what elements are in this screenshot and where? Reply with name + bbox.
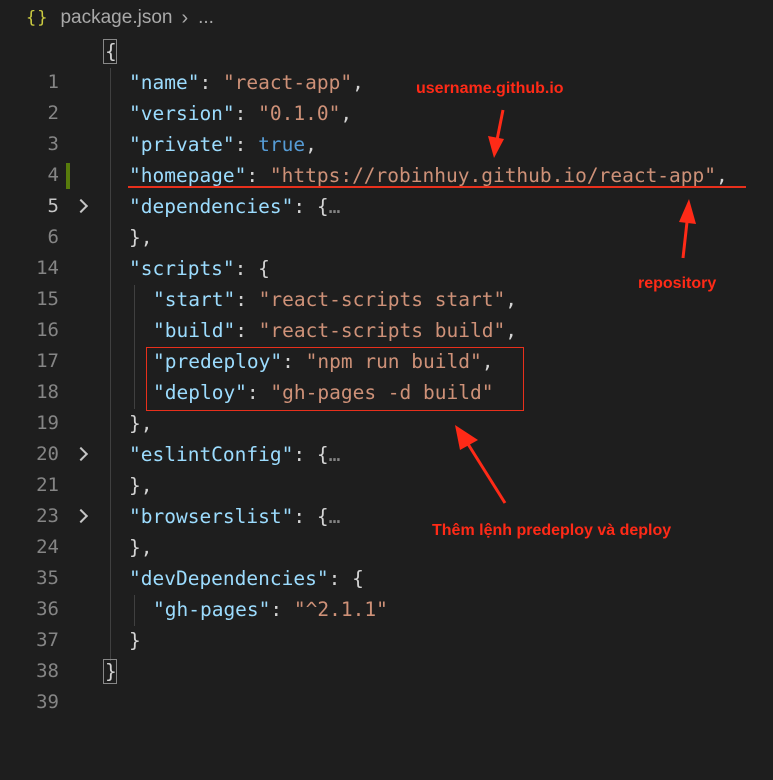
colon: : — [293, 443, 317, 466]
colon: : — [293, 195, 317, 218]
folded-ellipsis[interactable]: … — [329, 195, 341, 218]
comma: , — [505, 288, 517, 311]
breadcrumb: {} package.json › ... — [0, 0, 773, 36]
brace: { — [352, 567, 364, 590]
json-file-icon: {} — [26, 8, 49, 28]
comma: , — [716, 164, 728, 187]
code-line: 20 }, — [0, 408, 773, 465]
brace: { — [316, 195, 329, 218]
annotation-username: username.github.io — [416, 80, 564, 97]
json-value: "0.1.0" — [258, 102, 341, 125]
colon: : — [328, 567, 353, 590]
code-line: 38 } — [0, 625, 773, 682]
comma: , — [305, 133, 317, 156]
json-key: "dependencies" — [129, 195, 294, 218]
fold-chevron-icon[interactable] — [73, 508, 89, 524]
annotation-repository: repository — [638, 275, 717, 292]
fold-chevron-icon[interactable] — [73, 198, 89, 214]
code-line: 36 "devDependencies": { — [0, 563, 773, 620]
code-line: 6 "dependencies": {… — [0, 191, 773, 248]
brace: }, — [129, 536, 153, 559]
colon: : — [199, 71, 223, 94]
bracket-match-highlight — [103, 39, 117, 64]
code-line: 17 "build": "react-scripts build", — [0, 315, 773, 372]
colon: : — [234, 133, 259, 156]
homepage-underline — [128, 186, 746, 188]
brace: { — [316, 505, 329, 528]
colon: : — [234, 102, 259, 125]
json-key: "private" — [129, 133, 235, 156]
chevron-right-icon: › — [181, 6, 189, 29]
json-key: "devDependencies" — [129, 567, 329, 590]
comma: , — [352, 71, 364, 94]
colon: : — [246, 164, 270, 187]
json-key: "name" — [129, 71, 200, 94]
bracket-match-highlight — [103, 659, 117, 684]
code-line: 2 "name": "react-app", — [0, 67, 773, 124]
brace: }, — [129, 474, 153, 497]
annotation-add-commands: Thêm lệnh predeploy và deploy — [432, 522, 672, 539]
colon: : — [235, 319, 259, 342]
breadcrumb-file[interactable]: package.json — [60, 7, 172, 29]
brace: { — [258, 257, 270, 280]
brace: } — [129, 629, 141, 652]
brace: }, — [129, 226, 153, 249]
code-line: 4 "private": true, — [0, 129, 773, 186]
json-key: "gh-pages" — [153, 598, 271, 621]
predeploy-deploy-highlight-box — [146, 347, 524, 411]
json-key: "scripts" — [129, 257, 235, 280]
json-key: "eslintConfig" — [129, 443, 294, 466]
comma: , — [340, 102, 353, 125]
json-key: "start" — [153, 288, 236, 311]
colon: : — [293, 505, 317, 528]
colon: : — [234, 257, 259, 280]
brace: { — [316, 443, 329, 466]
json-key: "browserslist" — [129, 505, 294, 528]
json-key: "version" — [129, 102, 235, 125]
code-line: 3 "version": "0.1.0", — [0, 98, 773, 155]
folded-ellipsis[interactable]: … — [329, 443, 341, 466]
json-value: "react-scripts build" — [258, 319, 506, 342]
code-line: 21 "eslintConfig": {… — [0, 439, 773, 496]
json-value: true — [258, 133, 306, 156]
colon: : — [235, 288, 259, 311]
json-key: "build" — [153, 319, 236, 342]
colon: : — [270, 598, 294, 621]
json-value: "^2.1.1" — [293, 598, 388, 621]
breadcrumb-more[interactable]: ... — [198, 7, 214, 29]
json-value: "https://robinhuy.github.io/react-app" — [269, 164, 717, 187]
fold-chevron-icon[interactable] — [73, 446, 89, 462]
json-key: "homepage" — [129, 164, 247, 187]
folded-ellipsis[interactable]: … — [329, 505, 341, 528]
json-value: "react-scripts start" — [258, 288, 506, 311]
code-line: 37 "gh-pages": "^2.1.1" — [0, 594, 773, 651]
comma: , — [505, 319, 517, 342]
line-number: 39 — [36, 691, 59, 713]
code-line: 23 }, — [0, 470, 773, 527]
code-line: 14 }, — [0, 222, 773, 279]
brace: }, — [129, 412, 153, 435]
json-value: "react-app" — [222, 71, 353, 94]
